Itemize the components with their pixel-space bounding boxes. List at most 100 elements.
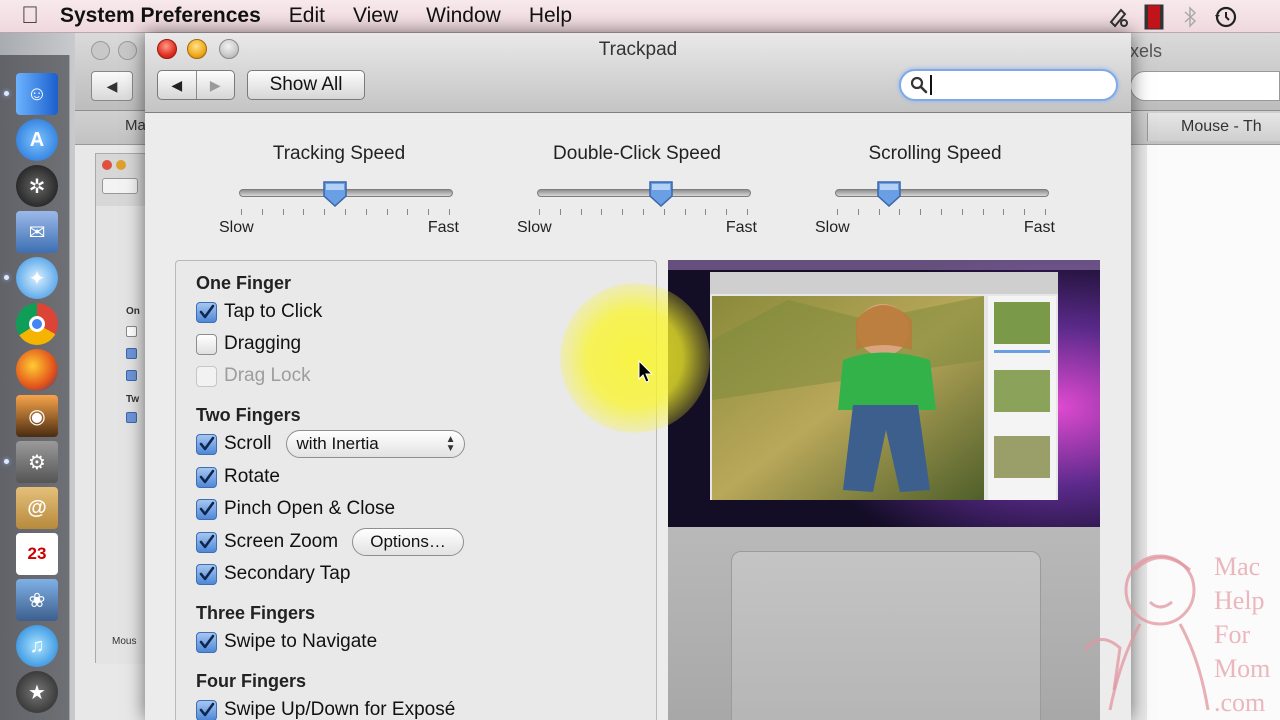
secondary-tap-label: Secondary Tap <box>224 563 351 584</box>
swipe-navigate-checkbox[interactable] <box>196 631 217 653</box>
trackpad-surface <box>731 551 1041 720</box>
pinch-checkbox[interactable] <box>196 498 217 520</box>
bg-tab-mouse[interactable]: Mouse - Th <box>1147 113 1280 141</box>
tap-to-click-checkbox[interactable] <box>196 301 217 323</box>
double-click-speed-slider-group: Double-Click Speed Slow Fast <box>517 143 757 243</box>
app-store-icon[interactable]: A <box>16 119 58 161</box>
rotate-label: Rotate <box>224 466 280 487</box>
dragging-checkbox[interactable] <box>196 333 217 355</box>
slider-tick <box>407 209 409 215</box>
slider-tick <box>580 209 582 215</box>
itunes-icon[interactable]: ♫ <box>16 625 58 667</box>
time-machine-icon[interactable] <box>1208 5 1244 29</box>
scroll-inertia-popup[interactable]: with Inertia ▲ ▼ <box>285 430 465 458</box>
slider-tick <box>365 209 367 215</box>
search-icon <box>910 76 928 94</box>
double-click-speed-thumb[interactable] <box>648 180 674 208</box>
bg-inner-checkbox <box>126 348 137 359</box>
iphoto-icon[interactable]: ❀ <box>16 579 58 621</box>
scroll-checkbox[interactable] <box>196 433 217 455</box>
screen-zoom-option[interactable]: Screen Zoom Options… <box>196 528 465 556</box>
mac-help-for-mom-watermark: Mac Help For Mom .com <box>1080 540 1280 720</box>
slider-tick <box>1045 209 1046 215</box>
bg-back-button[interactable]: ◀ <box>91 71 133 101</box>
pinch-option[interactable]: Pinch Open & Close <box>196 496 395 522</box>
menu-app-name[interactable]: System Preferences <box>60 4 261 28</box>
tracking-speed-fast-label: Fast <box>427 219 459 236</box>
dragging-option[interactable]: Dragging <box>196 331 301 357</box>
chrome-icon[interactable] <box>16 303 58 345</box>
slider-tick <box>539 209 540 215</box>
firefox-icon[interactable] <box>16 349 58 391</box>
dragging-label: Dragging <box>224 333 302 354</box>
bg-inner-checkbox <box>126 370 137 381</box>
bg-traffic-lights <box>91 41 137 60</box>
menu-window[interactable]: Window <box>426 4 501 28</box>
script-menu-icon[interactable] <box>1100 6 1136 28</box>
slider-tick <box>920 209 922 215</box>
screen-zoom-checkbox[interactable] <box>196 531 217 553</box>
slider-tick <box>643 209 644 215</box>
swipe-expose-option[interactable]: Swipe Up/Down for Exposé <box>196 697 455 720</box>
imovie-icon[interactable]: ★ <box>16 671 58 713</box>
bg-search-field[interactable] <box>1130 71 1280 101</box>
back-button[interactable]: ◀ <box>158 71 196 99</box>
safari-icon[interactable]: ✦ <box>16 257 58 299</box>
forward-button[interactable]: ▶ <box>195 71 235 99</box>
menu-help[interactable]: Help <box>529 4 572 28</box>
tracking-speed-title: Tracking Speed <box>272 143 406 164</box>
slider-tick <box>449 209 450 215</box>
search-input[interactable] <box>936 74 1106 96</box>
three-fingers-heading: Three Fingers <box>196 603 316 623</box>
tracking-speed-thumb[interactable] <box>322 180 348 208</box>
slider-ticks <box>241 209 451 217</box>
slider-ticks <box>539 209 749 217</box>
dashboard-icon[interactable]: ✲ <box>16 165 58 207</box>
scroll-inertia-value: with Inertia <box>296 434 379 453</box>
rotate-option[interactable]: Rotate <box>196 464 280 490</box>
double-click-speed-track[interactable] <box>537 189 751 197</box>
slider-tick <box>726 209 728 215</box>
slider-tick <box>705 209 707 215</box>
search-field[interactable] <box>899 69 1118 101</box>
watermark-line: Mom <box>1214 654 1271 683</box>
screen-zoom-options-button[interactable]: Options… <box>352 528 465 556</box>
screen-zoom-label: Screen Zoom <box>224 531 339 552</box>
slider-tick <box>261 209 263 215</box>
menu-edit[interactable]: Edit <box>289 4 325 28</box>
slider-tick <box>857 209 859 215</box>
screen-recording-icon[interactable] <box>1136 4 1172 30</box>
tap-to-click-option[interactable]: Tap to Click <box>196 299 322 325</box>
apple-menu-icon[interactable]:  <box>0 2 60 30</box>
tracking-speed-slow-label: Slow <box>219 219 254 236</box>
scrolling-speed-track[interactable] <box>835 189 1049 197</box>
scroll-option[interactable]: Scroll with Inertia ▲ ▼ <box>196 430 465 458</box>
text-caret <box>930 75 932 95</box>
ical-icon[interactable]: 23 <box>16 533 58 575</box>
menu-view[interactable]: View <box>353 4 398 28</box>
bluetooth-icon[interactable] <box>1172 5 1208 28</box>
show-all-button[interactable]: Show All <box>247 70 365 100</box>
scrolling-speed-fast-label: Fast <box>1023 219 1055 236</box>
slider-tick <box>324 209 326 215</box>
double-click-speed-fast-label: Fast <box>725 219 757 236</box>
photo-booth-icon[interactable]: ◉ <box>16 395 58 437</box>
bg-window-title: xels <box>1130 41 1163 61</box>
slider-ticks <box>837 209 1047 217</box>
mouse-pointer-icon <box>638 360 654 383</box>
secondary-tap-checkbox[interactable] <box>196 563 217 585</box>
slider-tick <box>982 209 984 215</box>
finder-icon[interactable]: ☺ <box>16 73 58 115</box>
swipe-expose-checkbox[interactable] <box>196 699 217 720</box>
system-preferences-icon[interactable]: ⚙ <box>16 441 58 483</box>
address-book-icon[interactable]: @ <box>16 487 58 529</box>
scrolling-speed-thumb[interactable] <box>876 180 902 208</box>
rotate-checkbox[interactable] <box>196 466 217 488</box>
scrolling-speed-title: Scrolling Speed <box>868 143 1002 164</box>
secondary-tap-option[interactable]: Secondary Tap <box>196 561 350 587</box>
drag-lock-label: Drag Lock <box>224 365 311 386</box>
bg-tab-left[interactable]: Ma <box>125 117 146 134</box>
mail-icon[interactable]: ✉ <box>16 211 58 253</box>
slider-tick <box>899 209 901 215</box>
swipe-navigate-option[interactable]: Swipe to Navigate <box>196 629 377 655</box>
